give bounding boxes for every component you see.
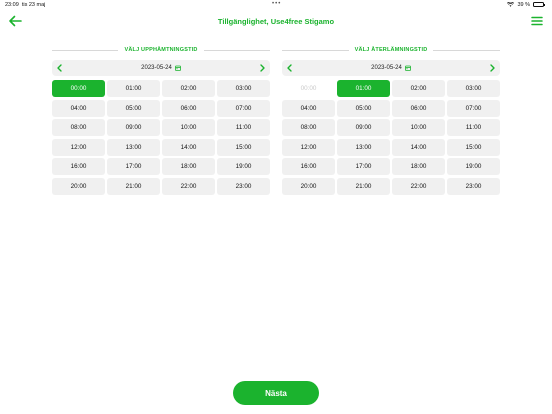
return-time-slot[interactable]: 10:00 [392,119,445,136]
return-time-slot[interactable]: 11:00 [447,119,500,136]
pickup-time-slot[interactable]: 00:00 [52,80,105,97]
return-time-slot[interactable]: 04:00 [282,99,335,117]
pickup-time-slot[interactable]: 12:00 [52,138,105,156]
return-time-slot[interactable]: 13:00 [337,138,390,156]
pickup-panel: VÄLJ UPPHÄMTNINGSTID 2023-05-24 00:00 01:… [52,44,270,195]
return-time-slot[interactable]: 03:00 [447,80,500,97]
pickup-time-slot[interactable]: 13:00 [107,138,160,156]
return-time-slot[interactable]: 12:00 [282,138,335,156]
status-bar: 23:09 tis 23 maj ••• 39 % [0,0,552,9]
return-time-slot: 00:00 [282,80,335,97]
pickup-time-slot[interactable]: 14:00 [162,138,215,156]
pickup-time-slot[interactable]: 23:00 [217,177,270,195]
return-time-slot[interactable]: 23:00 [447,177,500,195]
pickup-time-slot[interactable]: 02:00 [162,80,215,97]
pickup-time-slot[interactable]: 04:00 [52,99,105,117]
calendar-icon[interactable] [174,65,181,71]
pickup-time-slot[interactable]: 11:00 [217,119,270,136]
return-time-slot[interactable]: 08:00 [282,119,335,136]
return-time-slot[interactable]: 22:00 [392,177,445,195]
battery-percent: 39 % [517,1,530,8]
prev-date-chevron-icon[interactable] [285,63,295,73]
pickup-time-slot[interactable]: 21:00 [107,177,160,195]
calendar-icon[interactable] [404,65,411,71]
return-time-slot[interactable]: 17:00 [337,158,390,175]
return-date-selector: 2023-05-24 [282,60,500,76]
pickup-time-slot[interactable]: 18:00 [162,158,215,175]
pickup-time-slot[interactable]: 09:00 [107,119,160,136]
pickup-date-selector: 2023-05-24 [52,60,270,76]
return-time-grid: 00:00 01:00 02:00 03:00 04:00 05:00 06:00 07:00… [282,80,500,195]
multitask-dots[interactable]: ••• [272,1,281,7]
return-time-slot[interactable]: 19:00 [447,158,500,175]
pickup-time-slot[interactable]: 06:00 [162,99,215,117]
return-heading: VÄLJ ÅTERLÄMNINGSTID [282,47,500,53]
battery-icon [533,2,545,7]
page-title: Tillgänglighet, Use4free Stigamo [217,17,335,26]
pickup-time-slot[interactable]: 05:00 [107,99,160,117]
status-indicators: 39 % [507,1,545,8]
next-date-chevron-icon[interactable] [257,63,267,73]
return-time-slot[interactable]: 15:00 [447,138,500,156]
return-time-slot[interactable]: 06:00 [392,99,445,117]
hamburger-menu-icon[interactable] [531,16,543,26]
pickup-time-slot[interactable]: 20:00 [52,177,105,195]
next-date-chevron-icon[interactable] [487,63,497,73]
pickup-time-slot[interactable]: 22:00 [162,177,215,195]
pickup-time-slot[interactable]: 16:00 [52,158,105,175]
pickup-time-slot[interactable]: 17:00 [107,158,160,175]
pickup-time-slot[interactable]: 19:00 [217,158,270,175]
prev-date-chevron-icon[interactable] [55,63,65,73]
return-panel: VÄLJ ÅTERLÄMNINGSTID 2023-05-24 00:00 01:… [282,44,500,195]
pickup-time-slot[interactable]: 10:00 [162,119,215,136]
return-time-slot[interactable]: 05:00 [337,99,390,117]
return-time-slot[interactable]: 21:00 [337,177,390,195]
pickup-time-slot[interactable]: 07:00 [217,99,270,117]
wifi-icon [507,2,515,7]
top-bar: Tillgänglighet, Use4free Stigamo [0,9,552,35]
return-time-slot[interactable]: 07:00 [447,99,500,117]
pickup-time-slot[interactable]: 03:00 [217,80,270,97]
pickup-time-slot[interactable]: 15:00 [217,138,270,156]
return-time-slot[interactable]: 18:00 [392,158,445,175]
return-date[interactable]: 2023-05-24 [371,65,402,71]
pickup-heading: VÄLJ UPPHÄMTNINGSTID [52,47,270,53]
return-time-slot[interactable]: 14:00 [392,138,445,156]
return-time-slot[interactable]: 02:00 [392,80,445,97]
return-time-slot[interactable]: 09:00 [337,119,390,136]
next-button[interactable]: Nästa [233,381,319,405]
status-time: 23:09 tis 23 maj [5,1,46,8]
pickup-time-slot[interactable]: 08:00 [52,119,105,136]
pickup-time-slot[interactable]: 01:00 [107,80,160,97]
return-time-slot[interactable]: 01:00 [337,80,390,97]
pickup-time-grid: 00:00 01:00 02:00 03:00 04:00 05:00 06:00 07:00… [52,80,270,195]
pickup-date[interactable]: 2023-05-24 [141,65,172,71]
return-time-slot[interactable]: 20:00 [282,177,335,195]
return-time-slot[interactable]: 16:00 [282,158,335,175]
